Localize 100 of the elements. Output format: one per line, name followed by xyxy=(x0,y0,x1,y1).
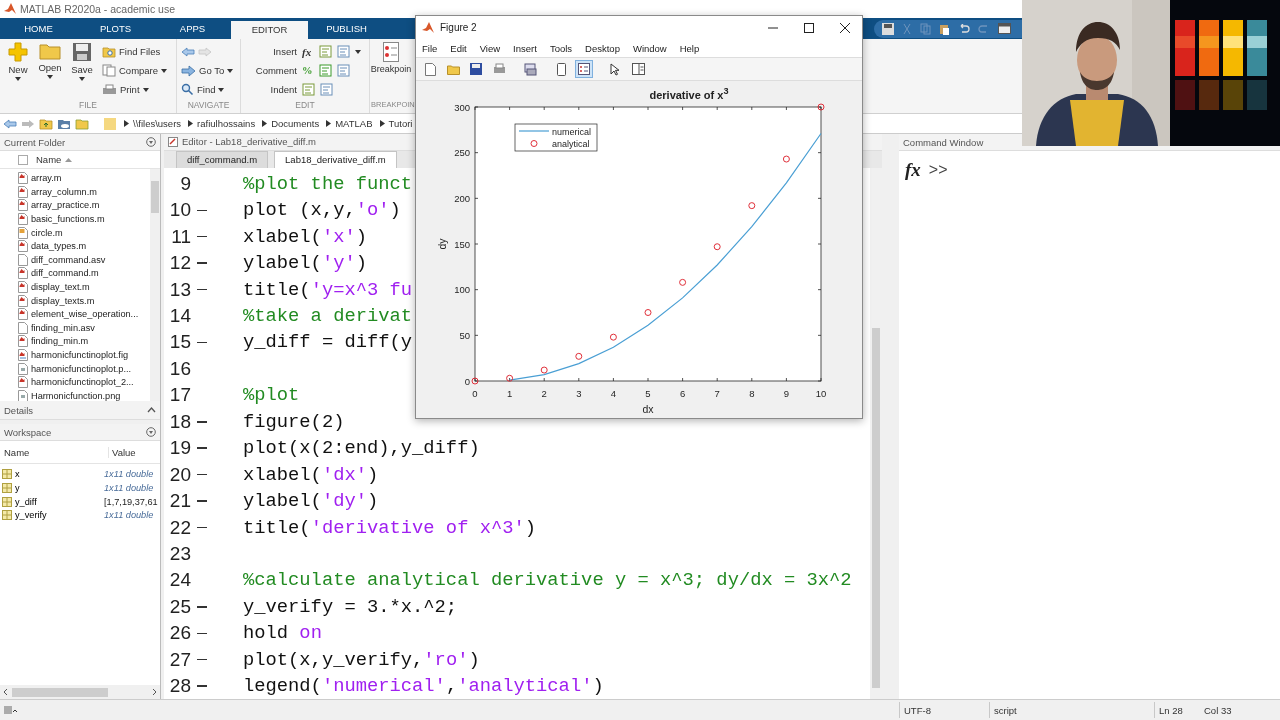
scroll-left-icon[interactable] xyxy=(3,688,8,697)
breakpoint-marker[interactable] xyxy=(197,341,207,344)
cloud-folder-icon[interactable] xyxy=(57,117,71,130)
folder-entry[interactable]: diff_command.m xyxy=(0,266,150,281)
ribbon-button[interactable]: Indent xyxy=(245,84,297,96)
folder-entry[interactable]: Harmonicfunction.png xyxy=(0,388,150,403)
checkbox-icon[interactable] xyxy=(18,154,28,165)
variable-name[interactable]: y_verify xyxy=(0,510,104,521)
back-arrow-icon[interactable] xyxy=(3,118,17,129)
menu-item[interactable]: Desktop xyxy=(585,42,620,54)
maximize-icon[interactable] xyxy=(804,22,814,33)
breakpoint-marker[interactable] xyxy=(197,262,207,264)
folder-entry[interactable]: array.m xyxy=(0,171,150,185)
panel-menu-icon[interactable] xyxy=(146,137,156,148)
ribbon-button[interactable]: Insert xyxy=(245,46,297,58)
ribbon-button[interactable]: Compare xyxy=(102,61,168,81)
paste-icon[interactable] xyxy=(939,22,950,35)
ribbon-button[interactable]: Open xyxy=(34,42,66,100)
browse-folder-icon[interactable] xyxy=(75,117,89,130)
ribbon-tab[interactable]: APPS xyxy=(154,17,231,40)
arrow-right-icon xyxy=(181,64,196,77)
column-header[interactable]: Value xyxy=(108,446,136,458)
symbol-icon[interactable]: % xyxy=(302,65,314,77)
folder-entry[interactable]: element_wise_operation... xyxy=(0,307,150,321)
folder-entry[interactable]: harmonicfunctinoplot.fig xyxy=(0,348,150,362)
menu-item[interactable]: View xyxy=(479,42,501,54)
breakpoint-marker[interactable] xyxy=(197,500,207,502)
menu-item[interactable]: Edit xyxy=(450,42,467,54)
variable-name[interactable]: x xyxy=(0,469,104,480)
folder-entry[interactable]: basic_functions.m xyxy=(0,212,150,226)
breakpoint-marker[interactable] xyxy=(197,526,207,529)
folder-entry[interactable]: finding_min.asv xyxy=(0,320,150,335)
variable-name[interactable]: y_diff xyxy=(0,496,104,507)
folder-entry[interactable]: diff_command.asv xyxy=(0,252,150,267)
path-segment[interactable]: \\files\users xyxy=(133,118,182,130)
breakpoint-marker[interactable] xyxy=(197,236,207,238)
folder-entry[interactable]: finding_min.m xyxy=(0,334,150,349)
status-icon[interactable] xyxy=(4,705,18,716)
function-browser-icon[interactable]: fx xyxy=(905,159,921,182)
breakpoint-marker[interactable] xyxy=(197,421,207,423)
close-icon[interactable] xyxy=(840,22,850,33)
ribbon-button[interactable]: Breakpoin xyxy=(370,42,412,100)
ribbon-button[interactable]: Find Files xyxy=(102,42,168,62)
path-segment[interactable]: rafiulhossains xyxy=(197,118,256,130)
menu-item[interactable]: File xyxy=(422,42,438,54)
save-icon[interactable] xyxy=(882,22,894,35)
folder-entry[interactable]: harmonicfunctinoplot_2... xyxy=(0,375,150,389)
ribbon-button[interactable]: Print xyxy=(102,80,168,100)
breakpoint-marker[interactable] xyxy=(197,685,207,687)
breakpoint-marker[interactable] xyxy=(197,632,207,635)
code-line: title('derivative of x^3') xyxy=(243,516,537,539)
folder-entry[interactable]: data_types.m xyxy=(0,239,150,253)
ribbon-button[interactable]: New xyxy=(2,42,34,100)
breakpoint-marker[interactable] xyxy=(197,659,207,661)
ribbon-tab[interactable]: EDITOR xyxy=(231,20,308,40)
ribbon-tab[interactable]: HOME xyxy=(0,17,77,40)
variable-name[interactable]: y xyxy=(0,482,104,493)
status-field: script xyxy=(989,702,1154,719)
undo-icon[interactable] xyxy=(958,23,970,34)
toolbar-button[interactable] xyxy=(521,60,539,79)
menu-item[interactable]: Window xyxy=(632,42,667,54)
folder-entry[interactable]: display_text.m xyxy=(0,280,150,294)
column-header[interactable]: Name xyxy=(36,154,62,166)
scrollbar[interactable] xyxy=(0,685,160,700)
ribbon-button[interactable]: Find xyxy=(181,80,234,100)
ribbon-tab[interactable]: PUBLISH xyxy=(308,17,385,40)
collapse-icon[interactable] xyxy=(147,407,156,414)
symbol-icon[interactable]: fx xyxy=(302,45,314,58)
scrollbar[interactable] xyxy=(150,169,160,402)
column-header[interactable]: Name xyxy=(0,446,108,458)
window-icon[interactable] xyxy=(998,23,1011,35)
menu-item[interactable]: Tools xyxy=(549,42,573,54)
path-segment[interactable]: Documents xyxy=(271,118,320,130)
ribbon-tab[interactable]: PLOTS xyxy=(77,17,154,40)
scrollbar[interactable] xyxy=(870,167,882,700)
scroll-right-icon[interactable] xyxy=(152,688,157,697)
toolbar-button[interactable] xyxy=(575,60,593,79)
path-segment[interactable]: Tutori xyxy=(388,118,413,130)
folder-entry[interactable]: array_column.m xyxy=(0,185,150,199)
breakpoint-marker[interactable] xyxy=(197,473,207,476)
breakpoint-marker[interactable] xyxy=(197,606,207,608)
breakpoint-marker[interactable] xyxy=(197,447,207,449)
breakpoint-marker[interactable] xyxy=(197,288,207,291)
printer-icon xyxy=(102,83,117,96)
ribbon-button[interactable]: Comment xyxy=(245,65,297,77)
back-arrow-icon[interactable] xyxy=(181,46,195,57)
menu-item[interactable]: Insert xyxy=(513,42,537,54)
folder-entry[interactable]: array_practice.m xyxy=(0,198,150,213)
panel-menu-icon[interactable] xyxy=(146,427,156,438)
path-segment[interactable]: MATLAB xyxy=(335,118,373,130)
folder-entry[interactable]: display_texts.m xyxy=(0,293,150,308)
group-label: EDIT xyxy=(294,99,316,112)
breakpoint-marker[interactable] xyxy=(197,209,207,212)
ribbon-button[interactable]: Save xyxy=(66,42,98,100)
menu-item[interactable]: Help xyxy=(679,42,700,54)
legend-icon xyxy=(578,63,590,76)
folder-entry[interactable]: harmonicfunctinoplot.p... xyxy=(0,361,150,376)
up-folder-icon[interactable] xyxy=(39,117,53,130)
folder-entry[interactable]: circle.m xyxy=(0,225,150,240)
ribbon-button[interactable]: Go To xyxy=(181,61,234,81)
